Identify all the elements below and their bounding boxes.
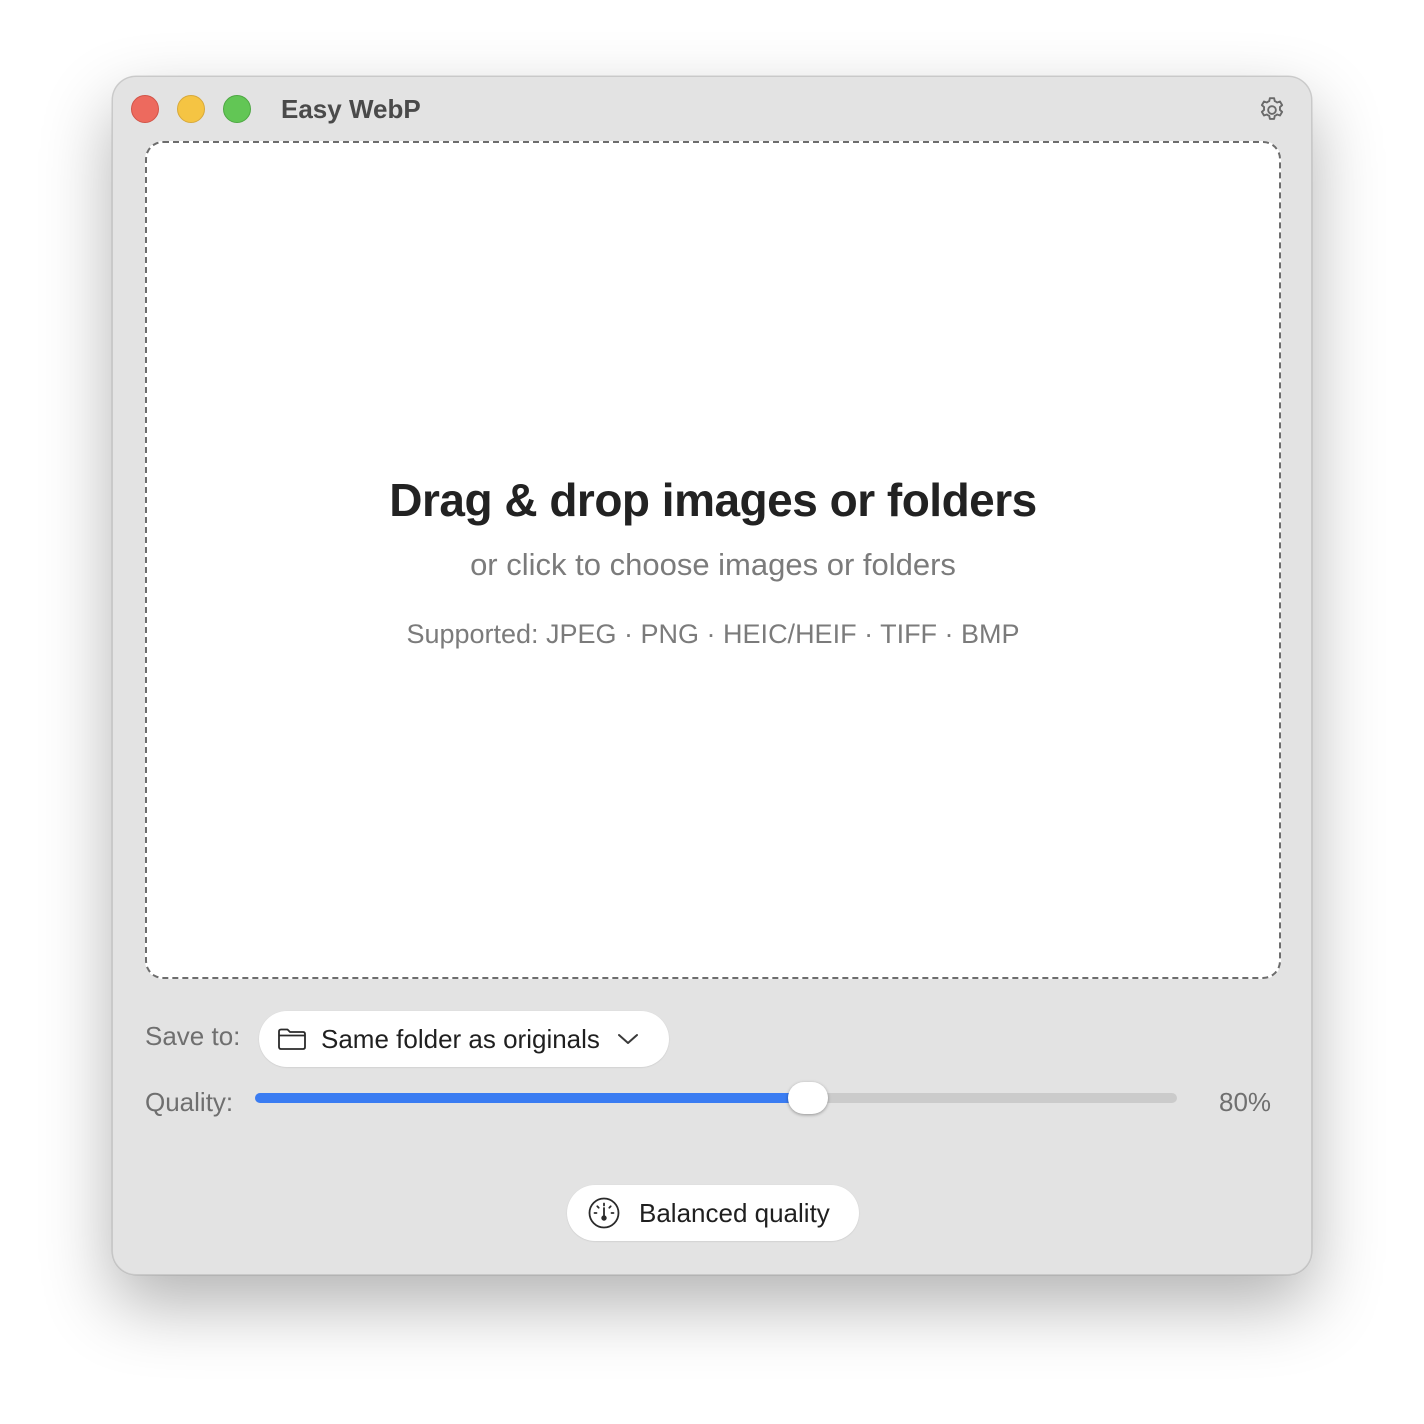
drop-zone-title: Drag & drop images or folders: [389, 474, 1037, 526]
save-to-label: Save to:: [145, 1021, 241, 1051]
save-location-select[interactable]: Same folder as originals: [259, 1011, 669, 1067]
drop-zone[interactable]: Drag & drop images or folders or click t…: [145, 141, 1281, 979]
quality-label: Quality:: [145, 1087, 234, 1117]
folder-icon: [277, 1027, 307, 1051]
window-title: Easy WebP: [281, 94, 421, 124]
quality-value: 80%: [1219, 1087, 1272, 1117]
save-location-value: Same folder as originals: [321, 1023, 600, 1054]
supported-formats: Supported: JPEG · PNG · HEIC/HEIF · TIFF…: [406, 619, 1020, 649]
slider-thumb[interactable]: [788, 1082, 829, 1114]
slider-fill: [255, 1093, 809, 1103]
quality-preset-label: Balanced quality: [639, 1197, 830, 1228]
drop-zone-subtitle: or click to choose images or folders: [470, 547, 956, 582]
minimize-button[interactable]: [177, 95, 205, 123]
zoom-button[interactable]: [223, 95, 251, 123]
quality-preset-button[interactable]: Balanced quality: [567, 1185, 859, 1241]
gear-icon: [1260, 97, 1284, 120]
chevron-down-icon: [616, 1031, 640, 1047]
app-window: Easy WebP Drag & drop images or folders …: [112, 76, 1312, 1275]
quality-slider[interactable]: [255, 1082, 1177, 1114]
settings-button[interactable]: [1257, 95, 1287, 125]
close-button[interactable]: [131, 95, 159, 123]
gauge-icon: [587, 1196, 621, 1230]
